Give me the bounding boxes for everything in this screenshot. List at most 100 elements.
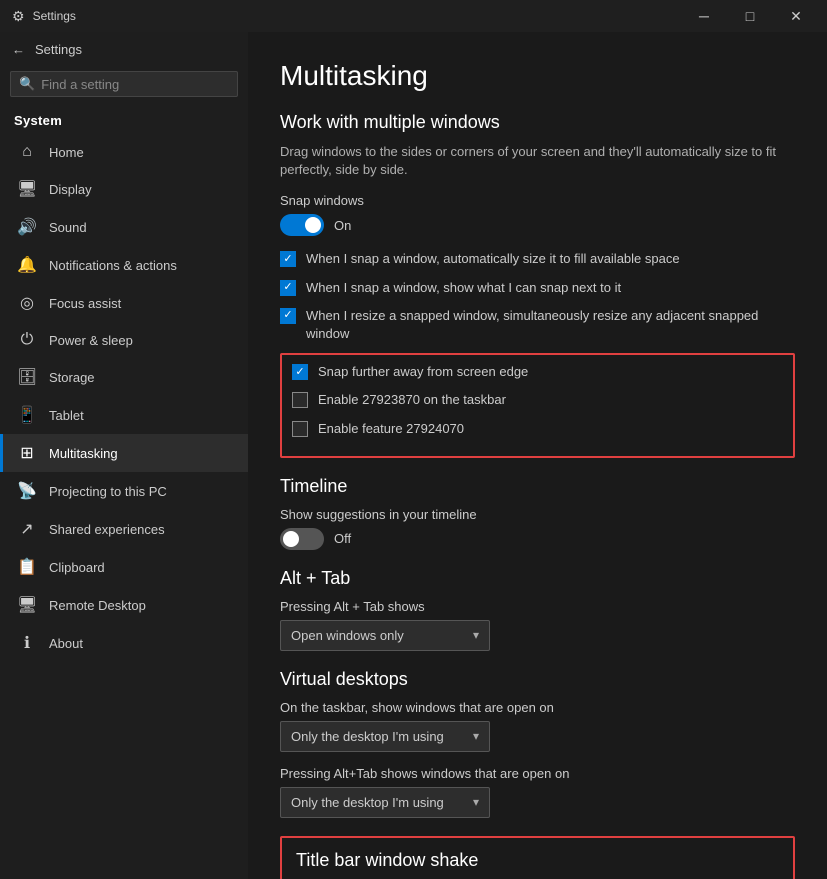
checkbox-snap-resize-label: When I resize a snapped window, simultan… xyxy=(306,307,795,343)
sidebar-item-label: Sound xyxy=(49,220,87,235)
title-bar-controls: ─ □ ✕ xyxy=(681,0,819,32)
sidebar-item-storage[interactable]: 🗄 Storage xyxy=(0,358,248,396)
alttab-section: Alt + Tab Pressing Alt + Tab shows Open … xyxy=(280,568,795,651)
tablet-icon: 📱 xyxy=(17,405,37,425)
snap-section-desc: Drag windows to the sides or corners of … xyxy=(280,143,795,179)
sidebar-item-label: About xyxy=(49,636,83,651)
back-button[interactable]: ← Settings xyxy=(0,32,248,67)
sidebar-item-label: Projecting to this PC xyxy=(49,484,167,499)
vd-dropdown1-arrow: ▾ xyxy=(473,729,479,743)
snap-toggle-thumb xyxy=(305,217,321,233)
titlebar-shake-section: Title bar window shake When I grab a win… xyxy=(280,836,795,879)
maximize-button[interactable]: □ xyxy=(727,0,773,32)
checkbox-snap-fill[interactable] xyxy=(280,251,296,267)
vd-label2: Pressing Alt+Tab shows windows that are … xyxy=(280,766,795,781)
home-icon: ⌂ xyxy=(17,143,37,161)
projecting-icon: 📡 xyxy=(17,481,37,501)
sidebar-item-power[interactable]: ⏻ Power & sleep xyxy=(0,322,248,358)
checkbox-enable-feature-label: Enable feature 27924070 xyxy=(318,420,464,438)
sidebar-item-label: Shared experiences xyxy=(49,522,165,537)
storage-icon: 🗄 xyxy=(17,367,37,387)
sidebar-item-focus[interactable]: ◎ Focus assist xyxy=(0,284,248,322)
timeline-label: Show suggestions in your timeline xyxy=(280,507,795,522)
sidebar: ← Settings 🔍 System ⌂ Home 🖥 Display 🔊 S… xyxy=(0,32,248,879)
sidebar-item-display[interactable]: 🖥 Display xyxy=(0,170,248,208)
sidebar-item-label: Notifications & actions xyxy=(49,258,177,273)
checkbox-row-2: When I snap a window, show what I can sn… xyxy=(280,279,795,297)
snap-section-title: Work with multiple windows xyxy=(280,112,795,133)
snap-windows-label: Snap windows xyxy=(280,193,795,208)
vd-title: Virtual desktops xyxy=(280,669,795,690)
snap-toggle[interactable] xyxy=(280,214,324,236)
title-bar: ⚙ Settings ─ □ ✕ xyxy=(0,0,827,32)
checkbox-snap-edge[interactable] xyxy=(292,364,308,380)
snap-toggle-label: On xyxy=(334,218,351,233)
checkbox-enable-taskbar-label: Enable 27923870 on the taskbar xyxy=(318,391,506,409)
about-icon: ℹ xyxy=(17,633,37,653)
sidebar-title: Settings xyxy=(35,42,82,57)
timeline-section: Timeline Show suggestions in your timeli… xyxy=(280,476,795,550)
checkbox-snap-fill-label: When I snap a window, automatically size… xyxy=(306,250,680,268)
snap-toggle-row: On xyxy=(280,214,795,236)
sidebar-item-remote[interactable]: 🖥 Remote Desktop xyxy=(0,586,248,624)
sidebar-item-label: Remote Desktop xyxy=(49,598,146,613)
sidebar-item-tablet[interactable]: 📱 Tablet xyxy=(0,396,248,434)
settings-icon: ⚙ xyxy=(12,8,25,25)
focus-icon: ◎ xyxy=(17,293,37,313)
sidebar-item-label: Tablet xyxy=(49,408,84,423)
checkbox-snap-edge-label: Snap further away from screen edge xyxy=(318,363,528,381)
notifications-icon: 🔔 xyxy=(17,255,37,275)
checkbox-snap-resize[interactable] xyxy=(280,308,296,324)
sidebar-item-projecting[interactable]: 📡 Projecting to this PC xyxy=(0,472,248,510)
vd-dropdown2-value: Only the desktop I'm using xyxy=(291,795,444,810)
minimize-button[interactable]: ─ xyxy=(681,0,727,32)
main-content: Multitasking Work with multiple windows … xyxy=(248,32,827,879)
sidebar-item-notifications[interactable]: 🔔 Notifications & actions xyxy=(0,246,248,284)
checkbox-enable-feature[interactable] xyxy=(292,421,308,437)
back-icon: ← xyxy=(12,42,25,57)
sidebar-item-multitasking[interactable]: ⊞ Multitasking xyxy=(0,434,248,472)
checkbox-row-h1: Snap further away from screen edge xyxy=(292,363,783,381)
checkbox-snap-show[interactable] xyxy=(280,280,296,296)
sidebar-item-label: Focus assist xyxy=(49,296,121,311)
timeline-toggle-row: Off xyxy=(280,528,795,550)
sidebar-item-home[interactable]: ⌂ Home xyxy=(0,134,248,170)
sidebar-item-label: Power & sleep xyxy=(49,333,133,348)
sidebar-item-label: Display xyxy=(49,182,92,197)
clipboard-icon: 📋 xyxy=(17,557,37,577)
alttab-dropdown[interactable]: Open windows only ▾ xyxy=(280,620,490,651)
app-body: ← Settings 🔍 System ⌂ Home 🖥 Display 🔊 S… xyxy=(0,32,827,879)
sidebar-item-sound[interactable]: 🔊 Sound xyxy=(0,208,248,246)
sidebar-item-clipboard[interactable]: 📋 Clipboard xyxy=(0,548,248,586)
vd-dropdown2-arrow: ▾ xyxy=(473,795,479,809)
remote-icon: 🖥 xyxy=(17,595,37,615)
close-button[interactable]: ✕ xyxy=(773,0,819,32)
vd-dropdown2[interactable]: Only the desktop I'm using ▾ xyxy=(280,787,490,818)
timeline-toggle[interactable] xyxy=(280,528,324,550)
search-box[interactable]: 🔍 xyxy=(10,71,238,97)
virtual-desktops-section: Virtual desktops On the taskbar, show wi… xyxy=(280,669,795,818)
title-bar-title: Settings xyxy=(33,9,76,23)
sidebar-item-about[interactable]: ℹ About xyxy=(0,624,248,662)
power-icon: ⏻ xyxy=(17,331,37,349)
title-bar-left: ⚙ Settings xyxy=(12,8,76,25)
sidebar-item-shared[interactable]: ↗ Shared experiences xyxy=(0,510,248,548)
shared-icon: ↗ xyxy=(17,519,37,539)
alttab-dropdown-value: Open windows only xyxy=(291,628,404,643)
sidebar-item-label: Multitasking xyxy=(49,446,118,461)
checkbox-row-h2: Enable 27923870 on the taskbar xyxy=(292,391,783,409)
search-icon: 🔍 xyxy=(19,76,35,92)
vd-dropdown1[interactable]: Only the desktop I'm using ▾ xyxy=(280,721,490,752)
search-input[interactable] xyxy=(41,77,229,92)
checkbox-row-3: When I resize a snapped window, simultan… xyxy=(280,307,795,343)
timeline-toggle-label: Off xyxy=(334,531,351,546)
sidebar-section-label: System xyxy=(0,105,248,134)
timeline-toggle-thumb xyxy=(283,531,299,547)
sound-icon: 🔊 xyxy=(17,217,37,237)
alttab-title: Alt + Tab xyxy=(280,568,795,589)
sidebar-item-label: Storage xyxy=(49,370,95,385)
timeline-title: Timeline xyxy=(280,476,795,497)
snap-section: Work with multiple windows Drag windows … xyxy=(280,112,795,458)
checkbox-enable-taskbar[interactable] xyxy=(292,392,308,408)
titlebar-shake-title: Title bar window shake xyxy=(296,850,779,871)
